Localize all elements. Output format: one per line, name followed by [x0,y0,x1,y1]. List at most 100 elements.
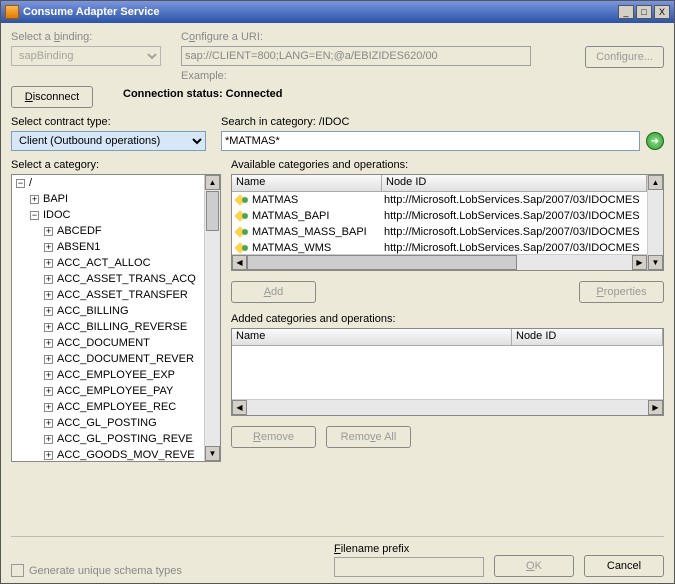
tree-scrollbar-v[interactable]: ▲ ▼ [204,175,220,461]
list-item[interactable]: MATMAS_MASS_BAPIhttp://Microsoft.LobServ… [232,224,647,240]
added-label: Added categories and operations: [231,313,664,325]
category-icon [235,226,249,238]
close-button[interactable]: X [654,5,670,19]
search-input[interactable] [221,131,640,151]
col-nodeid[interactable]: Node ID [512,329,663,345]
tree-item-label: ACC_BILLING_REVERSE [57,321,187,333]
tree-toggle-icon[interactable]: + [44,243,53,252]
tree-node[interactable]: +ABCEDF [12,223,204,239]
cell-nodeid: http://Microsoft.LobServices.Sap/2007/03… [384,194,640,206]
generate-schema-checkbox [11,564,24,577]
tree-node[interactable]: + ABSEN1 [12,239,204,255]
scroll-left-icon[interactable]: ◀ [232,255,247,270]
scroll-down-icon[interactable]: ▼ [648,255,663,270]
cell-nodeid: http://Microsoft.LobServices.Sap/2007/03… [384,210,640,222]
titlebar: Consume Adapter Service _ □ X [1,1,674,23]
tree-item-label: ACC_BILLING [57,305,129,317]
tree-toggle-icon[interactable]: + [44,323,53,332]
tree-item-label: ACC_DOCUMENT [57,337,150,349]
tree-toggle-icon[interactable]: + [44,339,53,348]
added-scrollbar-h[interactable]: ◀ ▶ [232,399,663,415]
tree-toggle-icon[interactable]: − [16,179,25,188]
search-go-button[interactable]: ➔ [646,132,664,150]
connection-status: Connection status: Connected [123,88,283,100]
list-item[interactable]: MATMAShttp://Microsoft.LobServices.Sap/2… [232,192,647,208]
filename-prefix-label: Filename prefix [334,543,484,555]
tree-item-label: ACC_ASSET_TRANSFER [57,289,188,301]
scroll-up-icon[interactable]: ▲ [648,175,663,190]
tree-toggle-icon[interactable]: − [30,211,39,220]
scroll-down-icon[interactable]: ▼ [205,446,220,461]
tree-node[interactable]: + ACC_GL_POSTING_REVE [12,431,204,447]
available-label: Available categories and operations: [231,159,664,171]
add-button: Add [231,281,316,303]
tree-node[interactable]: + ACC_ASSET_TRANSFER [12,287,204,303]
tree-node[interactable]: +ACC_ASSET_TRANS_ACQ [12,271,204,287]
tree-item-label: ABSEN1 [57,241,100,253]
list-item[interactable]: MATMAS_WMShttp://Microsoft.LobServices.S… [232,240,647,254]
contract-label: Select contract type: [11,116,211,128]
cell-nodeid: http://Microsoft.LobServices.Sap/2007/03… [384,242,640,254]
tree-toggle-icon[interactable]: + [44,275,53,284]
maximize-button[interactable]: □ [636,5,652,19]
ok-button: OK [494,555,574,577]
filename-prefix-input [334,557,484,577]
scroll-right-icon[interactable]: ▶ [648,400,663,415]
category-icon [235,194,249,206]
tree-node[interactable]: +ACC_EMPLOYEE_EXP [12,367,204,383]
tree-bapi[interactable]: + BAPI [12,191,204,207]
tree-toggle-icon[interactable]: + [44,291,53,300]
added-header: Name Node ID [232,329,663,346]
category-tree[interactable]: −/+BAPI−IDOC+ABCEDF+ABSEN1+ACC_ACT_ALLOC… [12,175,204,461]
configure-button: Configure... [585,46,664,68]
tree-idoc[interactable]: −IDOC [12,207,204,223]
tree-node[interactable]: + ACC_GL_POSTING [12,415,204,431]
tree-item-label: ACC_EMPLOYEE_REC [57,401,176,413]
cell-name: MATMAS_WMS [252,242,384,254]
tree-toggle-icon[interactable]: + [44,387,53,396]
tree-item-label: BAPI [43,193,68,205]
scroll-right-icon[interactable]: ▶ [632,255,647,270]
available-list[interactable]: MATMAShttp://Microsoft.LobServices.Sap/2… [232,192,647,254]
tree-node[interactable]: +ACC_GOODS_MOV_REVE [12,447,204,461]
tree-toggle-icon[interactable]: + [44,451,53,460]
tree-item-label: ACC_GL_POSTING [57,417,157,429]
cell-name: MATMAS [252,194,384,206]
tree-node[interactable]: +ACC_EMPLOYEE_PAY [12,383,204,399]
minimize-button[interactable]: _ [618,5,634,19]
example-label: Example: [181,70,575,82]
tree-toggle-icon[interactable]: + [30,195,39,204]
tree-root[interactable]: −/ [12,175,204,191]
tree-toggle-icon[interactable]: + [44,371,53,380]
scroll-up-icon[interactable]: ▲ [205,175,220,190]
tree-item-label: ACC_GL_POSTING_REVE [57,433,193,445]
scroll-left-icon[interactable]: ◀ [232,400,247,415]
available-scrollbar-h[interactable]: ◀ ▶ [232,254,647,270]
tree-node[interactable]: + ACC_BILLING [12,303,204,319]
tree-toggle-icon[interactable]: + [44,355,53,364]
tree-toggle-icon[interactable]: + [44,307,53,316]
tree-node[interactable]: + ACC_DOCUMENT_REVER [12,351,204,367]
binding-label: Select a binding: [11,31,171,43]
list-item[interactable]: MATMAS_BAPIhttp://Microsoft.LobServices.… [232,208,647,224]
category-icon [235,242,249,254]
tree-node[interactable]: + ACC_DOCUMENT [12,335,204,351]
tree-toggle-icon[interactable]: + [44,227,53,236]
contract-select[interactable]: Client (Outbound operations) [11,131,206,151]
cancel-button[interactable]: Cancel [584,555,664,577]
tree-toggle-icon[interactable]: + [44,403,53,412]
tree-item-label: ACC_DOCUMENT_REVER [57,353,194,365]
tree-node[interactable]: + ACC_BILLING_REVERSE [12,319,204,335]
tree-toggle-icon[interactable]: + [44,419,53,428]
tree-toggle-icon[interactable]: + [44,435,53,444]
col-name[interactable]: Name [232,329,512,345]
tree-node[interactable]: + ACC_ACT_ALLOC [12,255,204,271]
tree-item-label: ACC_ACT_ALLOC [57,257,151,269]
disconnect-button[interactable]: Disconnect [11,86,93,108]
col-name[interactable]: Name [232,175,382,191]
tree-node[interactable]: + ACC_EMPLOYEE_REC [12,399,204,415]
col-nodeid[interactable]: Node ID [382,175,647,191]
available-scrollbar-v[interactable]: ▲ ▼ [647,175,663,270]
tree-toggle-icon[interactable]: + [44,259,53,268]
added-list[interactable] [232,346,663,399]
